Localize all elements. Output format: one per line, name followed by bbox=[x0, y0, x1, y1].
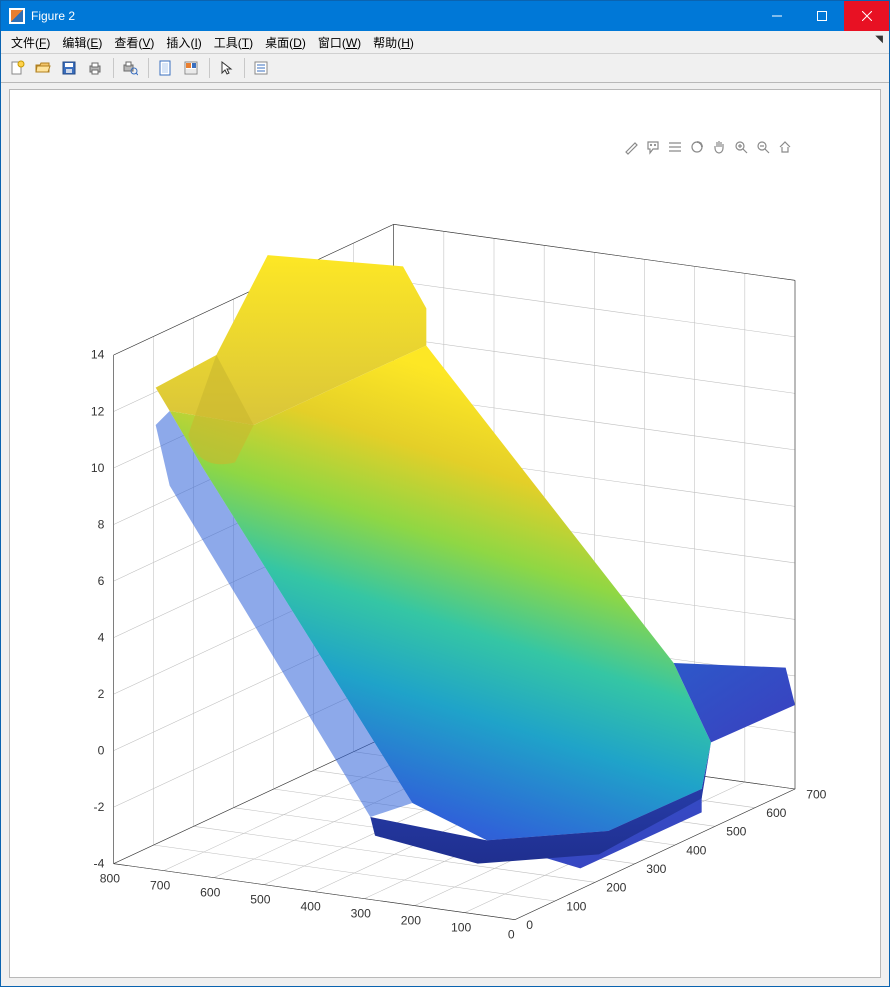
z-axis-ticks: -4 -2 0 2 4 6 8 10 12 14 bbox=[91, 348, 105, 871]
menu-window[interactable]: 窗口(W) bbox=[312, 32, 367, 53]
svg-text:300: 300 bbox=[646, 862, 666, 876]
svg-text:10: 10 bbox=[91, 461, 105, 475]
link-icon bbox=[157, 60, 173, 76]
svg-text:0: 0 bbox=[526, 918, 533, 932]
menu-overflow-icon[interactable]: ◥ bbox=[875, 34, 883, 45]
surface-plot: -4 -2 0 2 4 6 8 10 12 14 0 100 200 300 400 500 600 700 80… bbox=[30, 145, 860, 957]
minimize-button[interactable] bbox=[754, 1, 799, 31]
close-button[interactable] bbox=[844, 1, 889, 31]
colorbar-icon bbox=[183, 60, 199, 76]
menu-help[interactable]: 帮助(H) bbox=[367, 32, 420, 53]
svg-text:2: 2 bbox=[98, 687, 105, 701]
print-preview-icon bbox=[122, 60, 138, 76]
menu-file[interactable]: 文件(F) bbox=[5, 32, 56, 53]
svg-text:-4: -4 bbox=[94, 856, 105, 870]
menu-tools[interactable]: 工具(T) bbox=[208, 32, 259, 53]
svg-text:4: 4 bbox=[98, 630, 105, 644]
minimize-icon bbox=[772, 11, 782, 21]
svg-text:200: 200 bbox=[606, 881, 626, 895]
property-inspector-button[interactable] bbox=[249, 56, 273, 80]
axes3d[interactable]: -4 -2 0 2 4 6 8 10 12 14 0 100 200 300 400 500 600 700 80… bbox=[30, 145, 860, 957]
pointer-icon bbox=[218, 60, 234, 76]
print-icon bbox=[87, 60, 103, 76]
svg-text:8: 8 bbox=[98, 517, 105, 531]
menu-view[interactable]: 查看(V) bbox=[108, 32, 160, 53]
svg-text:0: 0 bbox=[98, 743, 105, 757]
insert-colorbar-button[interactable] bbox=[179, 56, 203, 80]
window-title: Figure 2 bbox=[31, 9, 75, 23]
svg-text:100: 100 bbox=[566, 899, 586, 913]
svg-text:600: 600 bbox=[766, 806, 786, 820]
svg-text:6: 6 bbox=[98, 574, 105, 588]
svg-text:-2: -2 bbox=[94, 800, 105, 814]
window-buttons bbox=[754, 1, 889, 31]
maximize-icon bbox=[817, 11, 827, 21]
print-button[interactable] bbox=[83, 56, 107, 80]
toolbar bbox=[1, 54, 889, 83]
svg-text:700: 700 bbox=[150, 878, 170, 892]
svg-text:500: 500 bbox=[726, 825, 746, 839]
menubar: 文件(F) 编辑(E) 查看(V) 插入(I) 工具(T) 桌面(D) 窗口(W… bbox=[1, 31, 889, 54]
svg-text:400: 400 bbox=[686, 843, 706, 857]
svg-text:400: 400 bbox=[300, 899, 320, 913]
svg-text:500: 500 bbox=[250, 892, 270, 906]
menu-insert[interactable]: 插入(I) bbox=[160, 32, 207, 53]
menu-edit[interactable]: 编辑(E) bbox=[56, 32, 108, 53]
svg-text:300: 300 bbox=[351, 906, 371, 920]
svg-text:800: 800 bbox=[100, 871, 120, 885]
menu-desktop[interactable]: 桌面(D) bbox=[259, 32, 312, 53]
svg-text:600: 600 bbox=[200, 885, 220, 899]
svg-text:14: 14 bbox=[91, 348, 105, 362]
app-icon bbox=[9, 8, 25, 24]
svg-text:100: 100 bbox=[451, 920, 471, 934]
link-plot-button[interactable] bbox=[153, 56, 177, 80]
figure-canvas[interactable]: -4 -2 0 2 4 6 8 10 12 14 0 100 200 300 400 500 600 700 80… bbox=[9, 89, 881, 978]
titlebar: Figure 2 bbox=[1, 1, 889, 31]
edit-plot-button[interactable] bbox=[214, 56, 238, 80]
new-file-icon bbox=[9, 60, 25, 76]
save-button[interactable] bbox=[57, 56, 81, 80]
close-icon bbox=[862, 11, 872, 21]
open-file-button[interactable] bbox=[31, 56, 55, 80]
new-figure-button[interactable] bbox=[5, 56, 29, 80]
maximize-button[interactable] bbox=[799, 1, 844, 31]
svg-text:200: 200 bbox=[401, 913, 421, 927]
list-icon bbox=[253, 60, 269, 76]
figure-window: Figure 2 文件(F) 编辑(E) 查看(V) 插入(I) 工具(T) 桌… bbox=[0, 0, 890, 987]
svg-text:0: 0 bbox=[508, 927, 515, 941]
svg-text:12: 12 bbox=[91, 404, 105, 418]
folder-open-icon bbox=[35, 60, 51, 76]
print-preview-button[interactable] bbox=[118, 56, 142, 80]
save-icon bbox=[61, 60, 77, 76]
svg-text:700: 700 bbox=[806, 787, 826, 801]
